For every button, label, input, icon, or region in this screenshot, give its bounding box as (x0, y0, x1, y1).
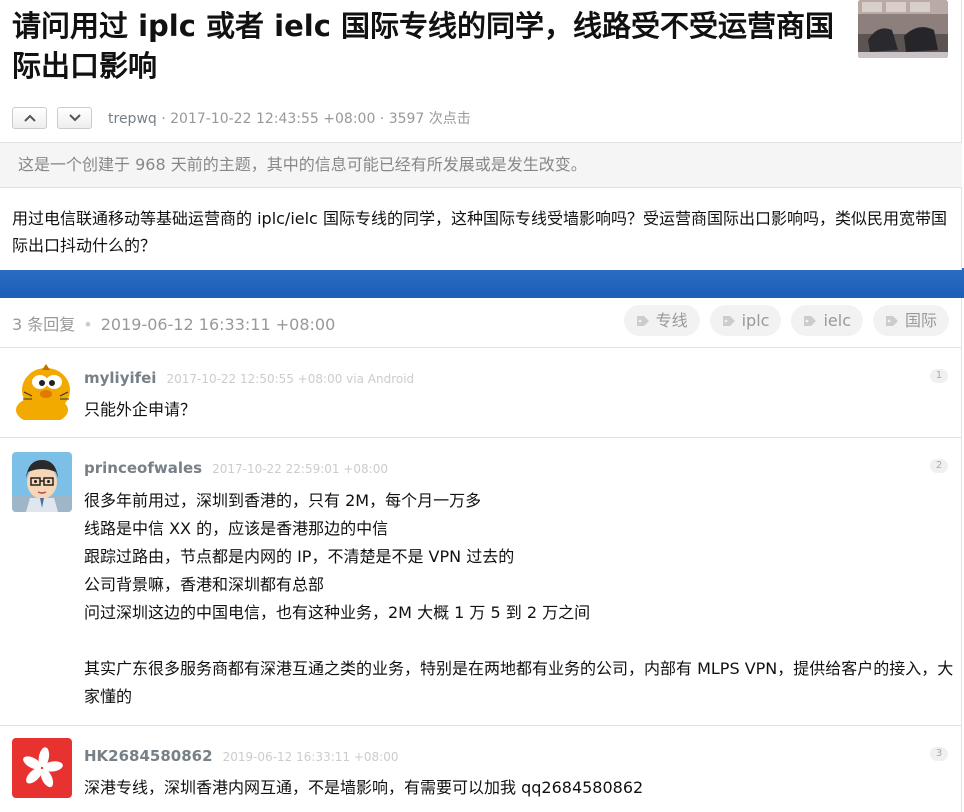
tag-icon (804, 315, 817, 326)
reply-content: 只能外企申请？ (84, 396, 954, 424)
reply-line: 深港专线，深圳香港内网互通，不是墙影响，有需要可以加我 qq2684580862 (84, 778, 644, 797)
topic-meta: trepwq · 2017-10-22 12:43:55 +08:00 · 35… (108, 108, 471, 128)
separator-dot: • (83, 315, 93, 334)
title-keyword-ielc: ielc (274, 9, 331, 43)
tag-zhuanxian[interactable]: 专线 (623, 305, 700, 336)
reply-head: princeofwales 2017-10-22 22:59:01 +08:00 (84, 458, 388, 477)
replies-summary: 3 条回复 • 2019-06-12 16:33:11 +08:00 (12, 311, 335, 335)
reply-username[interactable]: princeofwales (84, 459, 202, 477)
topic-author-link[interactable]: trepwq (108, 111, 157, 127)
reply-content: 深港专线，深圳香港内网互通，不是墙影响，有需要可以加我 qq2684580862 (84, 774, 954, 802)
reply-count: 3 条回复 (12, 315, 76, 334)
reply-time: 2019-06-12 16:33:11 +08:00 (222, 750, 399, 764)
topic-content: 用过电信联通移动等基础运营商的 iplc/ielc 国际专线的同学，这种国际专线… (12, 209, 947, 255)
replies-header: 3 条回复 • 2019-06-12 16:33:11 +08:00 专线 iplc… (0, 298, 962, 348)
reply-floor-number: 1 (930, 369, 948, 383)
reply-head: HK2684580862 2019-06-12 16:33:11 +08:00 (84, 746, 398, 765)
reply-line: 其实广东很多服务商都有深港互通之类的业务，特别是在两地都有业务的公司，内部有 M… (84, 659, 954, 706)
tag-guoji[interactable]: 国际 (872, 305, 949, 336)
reply-item: myliyifei 2017-10-22 12:50:55 +08:00 via … (0, 348, 962, 438)
reply-line: 公司背景嘛，香港和深圳都有总部 (84, 575, 325, 594)
chevron-up-icon (23, 114, 36, 122)
reply-line: 问过深圳这边的中国电信，也有这种业务，2M 大概 1 万 5 到 2 万之间 (84, 603, 591, 622)
reply-username[interactable]: HK2684580862 (84, 747, 213, 765)
reply-time: 2017-10-22 22:59:01 +08:00 (212, 462, 388, 476)
tag-label: 专线 (655, 311, 688, 330)
topic-age-notice: 这是一个创建于 968 天前的主题，其中的信息可能已经有所发展或是发生改变。 (0, 142, 962, 188)
title-text-2: 或者 (195, 9, 275, 43)
last-reply-time: 2019-06-12 16:33:11 +08:00 (100, 315, 336, 334)
tag-icon (636, 315, 649, 326)
tag-label: iplc (741, 311, 770, 330)
reply-avatar[interactable] (12, 738, 72, 798)
reply-line: 很多年前用过，深圳到香港的，只有 2M，每个月一万多 (84, 491, 482, 510)
reply-time: 2017-10-22 12:50:55 +08:00 via Android (166, 372, 415, 386)
tag-ielc[interactable]: ielc (791, 305, 863, 336)
topic-meta-info: · 2017-10-22 12:43:55 +08:00 · 3597 次点击 (156, 111, 471, 127)
reply-username[interactable]: myliyifei (84, 369, 156, 387)
reply-item: HK2684580862 2019-06-12 16:33:11 +08:00 3… (0, 726, 962, 812)
reply-item: princeofwales 2017-10-22 22:59:01 +08:00 … (0, 438, 962, 726)
author-avatar[interactable] (858, 0, 948, 58)
chevron-down-icon (68, 114, 81, 122)
tag-icon (722, 315, 735, 326)
title-keyword-iplc: iplc (138, 9, 196, 43)
reply-content: 很多年前用过，深圳到香港的，只有 2M，每个月一万多 线路是中信 XX 的，应该… (84, 487, 954, 711)
reply-head: myliyifei 2017-10-22 12:50:55 +08:00 via … (84, 368, 414, 387)
reply-floor-number: 3 (930, 747, 948, 761)
reply-avatar[interactable] (12, 452, 72, 512)
reply-avatar[interactable] (12, 360, 72, 420)
reply-line (84, 627, 954, 655)
reply-line: 跟踪过路由，节点都是内网的 IP，不清楚是不是 VPN 过去的 (84, 547, 515, 566)
reply-floor-number: 2 (930, 459, 948, 473)
tag-label: ielc (823, 311, 851, 330)
topic-card: 请问用过 iplc 或者 ielc 国际专线的同学，线路受不受运营商国际出口影响… (0, 0, 962, 270)
tag-list: 专线 iplc ielc 国际 (614, 305, 949, 336)
vote-row: trepwq · 2017-10-22 12:43:55 +08:00 · 35… (12, 107, 471, 129)
vote-down-button[interactable] (57, 107, 92, 129)
tag-label: 国际 (904, 311, 937, 330)
replies-box: 3 条回复 • 2019-06-12 16:33:11 +08:00 专线 iplc… (0, 298, 962, 812)
title-text-1: 请问用过 (12, 9, 139, 43)
reply-line: 只能外企申请？ (84, 400, 197, 419)
topic-title: 请问用过 iplc 或者 ielc 国际专线的同学，线路受不受运营商国际出口影响 (12, 6, 847, 86)
reply-line: 线路是中信 XX 的，应该是香港那边的中信 (84, 519, 389, 538)
tag-iplc[interactable]: iplc (709, 305, 782, 336)
tag-icon (885, 315, 898, 326)
vote-up-button[interactable] (12, 107, 47, 129)
